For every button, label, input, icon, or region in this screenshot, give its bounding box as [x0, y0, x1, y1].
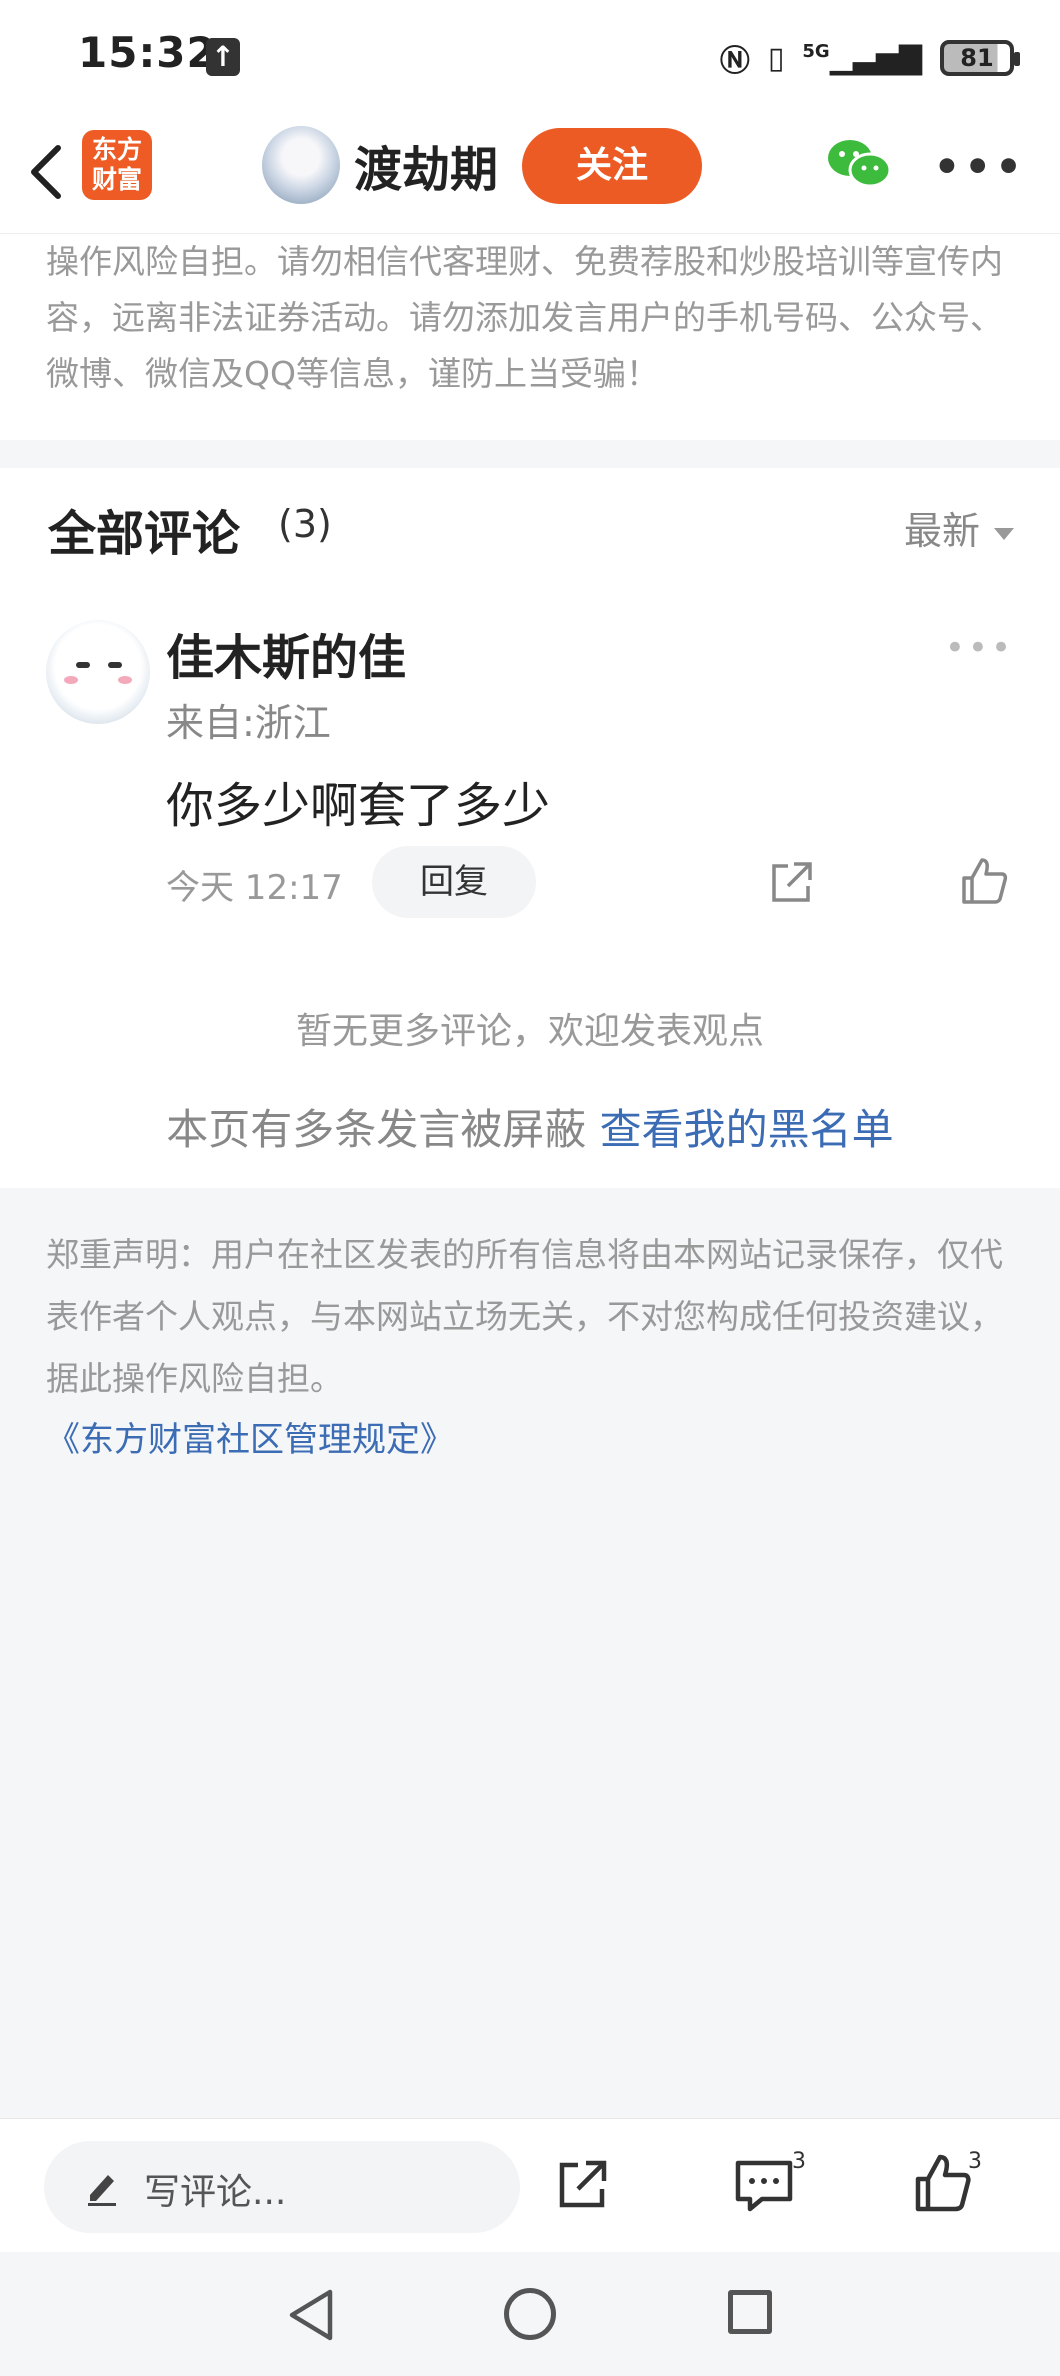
blacklist-link[interactable]: 查看我的黑名单 — [600, 1105, 894, 1154]
like-count-badge: 3 — [968, 2149, 982, 2174]
no-more-comments: 暂无更多评论，欢迎发表观点 — [295, 1011, 764, 1052]
nav-back-icon[interactable] — [286, 2288, 336, 2342]
blocked-text: 本页有多条发言被屏蔽 — [166, 1105, 587, 1154]
share-icon[interactable] — [768, 860, 814, 906]
more-options-icon[interactable]: ••• — [933, 142, 1026, 191]
comment-icon[interactable] — [734, 2157, 794, 2213]
network-type: 5G — [802, 40, 830, 62]
comment-placeholder: 写评论... — [144, 2172, 287, 2213]
comments-section: 全部评论 (3) 最新 佳木斯的佳 ••• 来自:浙江 你多少啊套了多少 今天 … — [0, 468, 1060, 1188]
sort-dropdown[interactable]: 最新 — [904, 500, 1014, 555]
comments-count: (3) — [278, 502, 332, 546]
share-icon[interactable] — [554, 2157, 610, 2213]
vibrate-icon: ▯ — [767, 40, 785, 76]
bottom-action-bar: 写评论... 3 3 — [0, 2118, 1060, 2252]
legal-notice: 郑重声明：用户在社区发表的所有信息将由本网站记录保存，仅代表作者个人观点，与本网… — [46, 1224, 1012, 1461]
community-rules-link[interactable]: 《东方财富社区管理规定》 — [46, 1412, 1012, 1461]
risk-disclaimer-text: 操作风险自担。请勿相信代客理财、免费荐股和炒股培训等宣传内容，远离非法证券活动。… — [46, 242, 1003, 393]
system-nav-bar — [0, 2252, 1060, 2376]
app-logo[interactable]: 东方财富 — [82, 130, 152, 200]
legal-notice-text: 郑重声明：用户在社区发表的所有信息将由本网站记录保存，仅代表作者个人观点，与本网… — [46, 1235, 1003, 1398]
commenter-avatar[interactable] — [46, 620, 150, 724]
author-name[interactable]: 渡劫期 — [354, 130, 498, 200]
comment-input[interactable]: 写评论... — [44, 2141, 520, 2233]
comment-time: 今天 12:17 — [166, 868, 343, 908]
like-icon[interactable] — [958, 856, 1008, 906]
comments-title: 全部评论 — [48, 506, 241, 562]
status-bar: 15:32 ↑ Ⓝ ▯ 5G▁▃▅▇ 81 — [0, 0, 1060, 112]
nav-home-icon[interactable] — [504, 2288, 556, 2340]
nfc-icon: Ⓝ — [719, 44, 750, 79]
follow-button[interactable]: 关注 — [522, 128, 702, 204]
status-icons: Ⓝ ▯ 5G▁▃▅▇ 81 — [719, 36, 1020, 80]
author-avatar[interactable] — [262, 126, 340, 204]
commenter-name[interactable]: 佳木斯的佳 — [166, 618, 406, 688]
battery-level: 81 — [960, 44, 994, 72]
upload-icon: ↑ — [206, 38, 240, 76]
status-time: 15:32 — [78, 28, 217, 77]
comment-count-badge: 3 — [792, 2149, 806, 2174]
blocked-notice: 本页有多条发言被屏蔽 查看我的黑名单 — [0, 1096, 1060, 1157]
battery-icon: 81 — [940, 40, 1020, 76]
logo-text: 东方财富 — [91, 135, 142, 194]
risk-disclaimer: 操作风险自担。请勿相信代客理财、免费荐股和炒股培训等宣传内容，远离非法证券活动。… — [0, 234, 1060, 440]
caret-down-icon — [994, 527, 1014, 540]
reply-button[interactable]: 回复 — [372, 846, 536, 918]
nav-recents-icon[interactable] — [728, 2290, 772, 2334]
like-icon[interactable] — [912, 2153, 972, 2213]
comment-more-icon[interactable]: ••• — [945, 628, 1014, 668]
back-arrow-icon[interactable] — [20, 140, 76, 204]
comment-text[interactable]: 你多少啊套了多少 — [166, 766, 550, 836]
pencil-icon — [88, 2175, 116, 2206]
top-header: 东方财富 渡劫期 关注 ••• — [0, 112, 1060, 234]
commenter-location: 来自:浙江 — [166, 701, 331, 745]
signal-icon: 5G▁▃▅▇ — [802, 40, 922, 76]
sort-label: 最新 — [903, 509, 980, 553]
wechat-icon[interactable] — [826, 136, 892, 192]
